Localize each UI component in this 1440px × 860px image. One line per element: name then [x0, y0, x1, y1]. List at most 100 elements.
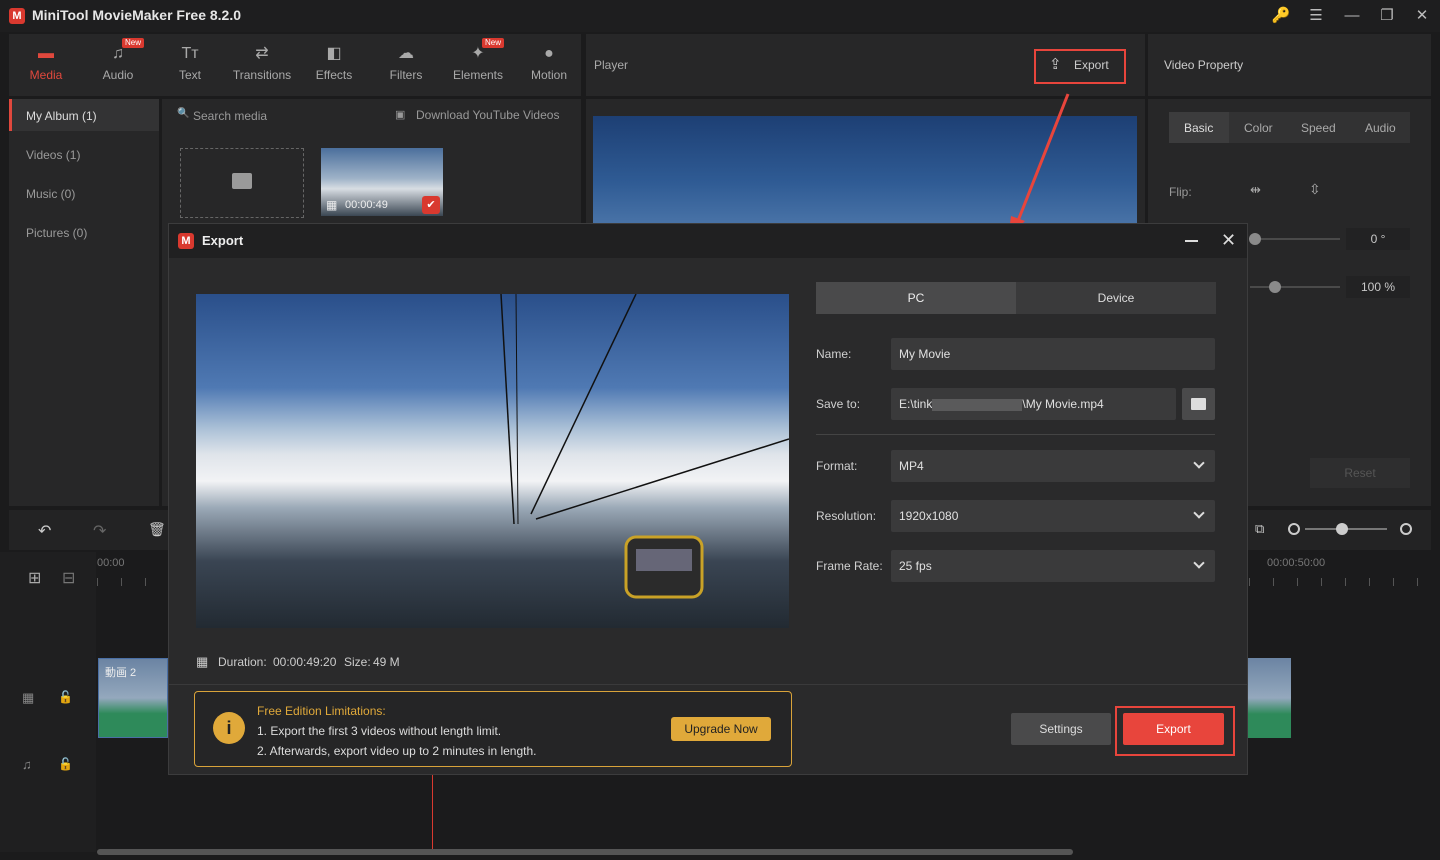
redacted-path	[932, 398, 1023, 411]
frame-rate-value: 25 fps	[899, 559, 932, 573]
rotate-slider-knob[interactable]	[1249, 233, 1261, 245]
toolbar-effects[interactable]: ◧ Effects	[302, 44, 366, 82]
tab-device[interactable]: Device	[1016, 282, 1216, 314]
undo-icon[interactable]: ↶	[38, 521, 51, 541]
sidebar-item-videos[interactable]: Videos (1)	[26, 148, 80, 162]
scale-slider[interactable]	[1250, 286, 1340, 288]
toolbar-export-label: Export	[1074, 58, 1109, 72]
frame-rate-select[interactable]: 25 fps	[891, 550, 1215, 582]
flip-horizontal-icon[interactable]: ⇹	[1250, 182, 1261, 198]
tab-basic[interactable]: Basic	[1184, 121, 1213, 135]
playhead[interactable]	[432, 775, 433, 850]
media-icon: ▬	[38, 45, 54, 62]
toolbar-text[interactable]: Tт Text	[158, 44, 222, 82]
scale-slider-knob[interactable]	[1269, 281, 1281, 293]
timeline-end-time: 00:00:50:00	[1267, 557, 1326, 569]
resolution-select[interactable]: 1920x1080	[891, 500, 1215, 532]
toolbar-label: Motion	[530, 68, 568, 82]
remove-track-icon[interactable]: ⊟	[62, 568, 75, 588]
tab-pc[interactable]: PC	[816, 282, 1016, 314]
save-to-label: Save to:	[816, 397, 861, 411]
export-dialog: M Export ✕ ▦ Duration: 00:00:49:20 Size:…	[168, 223, 1248, 775]
toolbar-label: Audio	[102, 68, 134, 82]
film-icon: ▦	[326, 198, 338, 212]
rotate-value[interactable]: 0 °	[1346, 228, 1410, 250]
transitions-icon: ⇄	[255, 45, 269, 62]
track-header-column	[0, 552, 96, 852]
upgrade-now-button[interactable]: Upgrade Now	[671, 717, 771, 741]
browse-folder-button[interactable]	[1182, 388, 1215, 420]
duration-film-icon: ▦	[196, 654, 209, 669]
toolbar-elements[interactable]: ✦ Elements New	[446, 38, 510, 82]
redo-icon[interactable]: ↷	[93, 521, 106, 541]
lock-icon[interactable]: 🔓	[58, 690, 73, 704]
toolbar-media[interactable]: ▬ Media	[14, 44, 78, 82]
audio-track-icon: ♫	[22, 757, 32, 772]
app-logo-icon: M	[9, 8, 25, 24]
sidebar-item-pictures[interactable]: Pictures (0)	[26, 226, 87, 240]
timeline-clip-end[interactable]	[1248, 658, 1291, 738]
toolbar-label: Elements	[452, 68, 504, 82]
fit-icon[interactable]: ⧉	[1255, 521, 1264, 537]
name-label: Name:	[816, 347, 852, 361]
toolbar-filters[interactable]: ☁ Filters	[374, 44, 438, 82]
frame-rate-label: Frame Rate:	[816, 559, 883, 573]
flip-label: Flip:	[1169, 185, 1192, 199]
scale-value[interactable]: 100 %	[1346, 276, 1410, 298]
flip-vertical-icon[interactable]: ⇳	[1309, 181, 1321, 198]
dialog-header	[169, 224, 1247, 258]
zoom-out-icon[interactable]	[1288, 523, 1300, 535]
footer-divider	[169, 684, 1247, 685]
key-icon[interactable]: 🔑	[1270, 6, 1292, 26]
menu-icon[interactable]: ☰	[1305, 6, 1327, 26]
save-path-input[interactable]: E:\tink \My Movie.mp4	[891, 388, 1176, 420]
download-youtube-link[interactable]: Download YouTube Videos	[416, 108, 559, 122]
zoom-in-icon[interactable]	[1400, 523, 1412, 535]
name-input[interactable]: My Movie	[891, 338, 1215, 370]
toolbar-label: Transitions	[232, 68, 292, 82]
duration-label: Duration:	[218, 655, 267, 669]
sidebar-item-label: My Album (1)	[26, 109, 97, 123]
dialog-minimize-button[interactable]	[1185, 240, 1198, 242]
dialog-title: Export	[202, 233, 244, 248]
tab-color[interactable]: Color	[1244, 121, 1273, 135]
rotate-slider[interactable]	[1250, 238, 1340, 240]
property-title: Video Property	[1164, 58, 1244, 72]
limitation-title: Free Edition Limitations:	[257, 704, 386, 718]
add-track-icon[interactable]: ⊞	[28, 568, 41, 588]
toolbar-audio[interactable]: ♫ Audio New	[86, 38, 150, 82]
close-button[interactable]: ✕	[1411, 6, 1433, 26]
search-input[interactable]: Search media	[193, 109, 267, 123]
limitation-line-2: 2. Afterwards, export video up to 2 minu…	[257, 744, 537, 758]
timeline-scrollbar[interactable]	[97, 849, 1073, 855]
dialog-logo-icon: M	[178, 233, 194, 249]
export-button[interactable]: Export	[1123, 713, 1224, 745]
sidebar-item-music[interactable]: Music (0)	[26, 187, 75, 201]
toolbar-label: Media	[29, 68, 63, 82]
new-badge: New	[122, 38, 145, 48]
minimize-button[interactable]: —	[1341, 6, 1363, 26]
zoom-slider-knob[interactable]	[1336, 523, 1348, 535]
audio-lock-icon[interactable]: 🔓	[58, 757, 73, 771]
toolbar-motion[interactable]: ● Motion	[517, 44, 581, 82]
limitation-line-1: 1. Export the first 3 videos without len…	[257, 724, 502, 738]
settings-button[interactable]: Settings	[1011, 713, 1111, 745]
delete-icon[interactable]: 🗑	[148, 521, 166, 538]
text-icon: Tт	[181, 45, 199, 62]
tab-audio[interactable]: Audio	[1365, 121, 1396, 135]
info-icon: i	[213, 712, 245, 744]
format-label: Format:	[816, 459, 858, 473]
toolbar-label: Filters	[389, 68, 423, 82]
maximize-button[interactable]: ❐	[1376, 6, 1398, 26]
dialog-close-button[interactable]: ✕	[1221, 230, 1236, 251]
clip-duration: 00:00:49	[345, 199, 388, 211]
save-path-end: \My Movie.mp4	[1022, 397, 1104, 411]
effects-icon: ◧	[326, 45, 342, 62]
reset-button[interactable]: Reset	[1310, 458, 1410, 488]
toolbar-transitions[interactable]: ⇄ Transitions	[230, 44, 294, 82]
search-icon: 🔍	[177, 108, 190, 119]
format-select[interactable]: MP4	[891, 450, 1215, 482]
timeline-clip-label: 動画 2	[105, 667, 137, 679]
timeline-start-time: 00:00	[97, 557, 125, 569]
tab-speed[interactable]: Speed	[1301, 121, 1336, 135]
